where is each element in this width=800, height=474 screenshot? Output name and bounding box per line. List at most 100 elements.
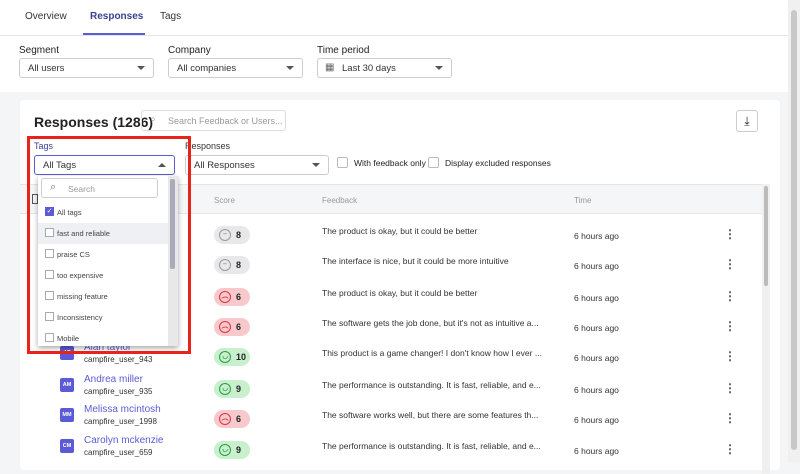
tag-option-label: missing feature xyxy=(57,292,108,301)
time-text: 6 hours ago xyxy=(574,293,619,303)
search-icon: ⌕ xyxy=(150,114,156,125)
score-badge: ◡9 xyxy=(214,380,250,398)
tag-option[interactable]: missing feature xyxy=(38,286,168,307)
checkbox[interactable] xyxy=(45,228,54,237)
tag-option[interactable]: Inconsistency xyxy=(38,307,168,328)
checkbox[interactable]: ✓ xyxy=(45,207,54,216)
score-badge: ︵6 xyxy=(214,410,250,428)
more-options-icon[interactable]: ⋮ xyxy=(724,381,736,395)
checkbox[interactable] xyxy=(45,333,54,342)
download-button[interactable]: ⤓ xyxy=(736,110,758,132)
more-options-icon[interactable]: ⋮ xyxy=(724,319,736,333)
checkbox[interactable] xyxy=(45,291,54,300)
with-feedback-checkbox[interactable] xyxy=(337,157,348,168)
avatar: MM xyxy=(60,408,74,422)
score-badge: ︵6 xyxy=(214,318,250,336)
with-feedback-label: With feedback only xyxy=(354,158,426,168)
more-options-icon[interactable]: ⋮ xyxy=(724,257,736,271)
user-id: campfire_user_943 xyxy=(84,355,152,364)
tag-option[interactable]: praise CS xyxy=(38,244,168,265)
user-id: campfire_user_1998 xyxy=(84,417,157,426)
time-text: 6 hours ago xyxy=(574,323,619,333)
feedback-text: The performance is outstanding. It is fa… xyxy=(322,441,541,451)
page-scrollbar[interactable] xyxy=(788,0,800,462)
chevron-down-icon xyxy=(312,163,320,167)
search-icon: ⌕ xyxy=(50,181,56,194)
more-options-icon[interactable]: ⋮ xyxy=(724,411,736,425)
score-value: 6 xyxy=(236,322,241,332)
dropdown-scrollbar[interactable] xyxy=(168,176,178,346)
table-row: AT Alan taylor campfire_user_943◡10 This… xyxy=(20,344,762,375)
display-excluded-checkbox[interactable] xyxy=(428,157,439,168)
score-value: 9 xyxy=(236,445,241,455)
chevron-up-icon xyxy=(158,163,166,167)
more-options-icon[interactable]: ⋮ xyxy=(724,227,736,241)
col-score: Score xyxy=(214,196,235,205)
company-value: All companies xyxy=(177,63,236,74)
score-badge: ︵6 xyxy=(214,288,250,306)
checkbox[interactable] xyxy=(45,270,54,279)
tag-option-label: fast and reliable xyxy=(57,229,110,238)
more-options-icon[interactable]: ⋮ xyxy=(724,349,736,363)
user-id: campfire_user_935 xyxy=(84,387,152,396)
responses-label: Responses xyxy=(185,141,230,151)
tag-option-label: All tags xyxy=(57,208,82,217)
period-value: Last 30 days xyxy=(342,63,396,74)
tags-search-input[interactable]: ⌕ Search xyxy=(41,178,158,198)
tags-value: All Tags xyxy=(43,160,76,171)
checkbox[interactable] xyxy=(45,312,54,321)
table-row: CM Carolyn mckenzie campfire_user_659◡9 … xyxy=(20,437,762,468)
company-select[interactable]: All companies xyxy=(168,58,303,78)
responses-select[interactable]: All Responses xyxy=(185,155,329,175)
top-tabs: Overview Responses Tags xyxy=(0,0,800,36)
tab-tags[interactable]: Tags xyxy=(160,11,181,22)
period-select[interactable]: ▦ Last 30 days xyxy=(317,58,452,78)
user-name-link[interactable]: Melissa mcintosh xyxy=(84,404,161,415)
more-options-icon[interactable]: ⋮ xyxy=(724,289,736,303)
score-value: 9 xyxy=(236,384,241,394)
feedback-text: The performance is outstanding. It is fa… xyxy=(322,380,541,390)
tag-option[interactable]: ✓All tags xyxy=(38,202,168,223)
more-options-icon[interactable]: ⋮ xyxy=(724,442,736,456)
feedback-text: The software gets the job done, but it's… xyxy=(322,318,539,328)
checkbox[interactable] xyxy=(45,249,54,258)
active-tab-indicator xyxy=(83,33,145,35)
period-label: Time period xyxy=(317,45,369,56)
tags-label: Tags xyxy=(34,141,53,151)
time-text: 6 hours ago xyxy=(574,261,619,271)
table-scrollbar[interactable] xyxy=(762,184,770,474)
tag-option-label: Inconsistency xyxy=(57,313,102,322)
neutral-face-icon: – xyxy=(219,229,231,241)
avatar: AT xyxy=(60,346,74,360)
bad-face-icon: ︵ xyxy=(219,321,231,333)
user-name-link[interactable]: Andrea miller xyxy=(84,374,143,385)
feedback-text: The product is okay, but it could be bet… xyxy=(322,226,477,236)
user-name-link[interactable]: Carolyn mckenzie xyxy=(84,435,163,446)
segment-value: All users xyxy=(28,63,64,74)
download-icon: ⤓ xyxy=(744,114,749,128)
search-placeholder: Search Feedback or Users... xyxy=(168,116,283,126)
feedback-text: The software works well, but there are s… xyxy=(322,410,538,420)
search-input[interactable]: ⌕ Search Feedback or Users... xyxy=(141,110,286,131)
col-time: Time xyxy=(574,196,591,205)
tags-select[interactable]: All Tags xyxy=(34,155,175,175)
score-badge: –8 xyxy=(214,256,250,274)
time-text: 6 hours ago xyxy=(574,385,619,395)
tag-option-label: praise CS xyxy=(57,250,90,259)
calendar-icon: ▦ xyxy=(325,62,334,73)
tags-dropdown: ⌕ Search ✓All tags fast and reliable praise… xyxy=(38,176,178,346)
good-face-icon: ◡ xyxy=(219,383,231,395)
segment-select[interactable]: All users xyxy=(19,58,154,78)
time-text: 6 hours ago xyxy=(574,353,619,363)
tags-search-placeholder: Search xyxy=(68,184,95,194)
score-value: 6 xyxy=(236,414,241,424)
tag-option[interactable]: too expensive xyxy=(38,265,168,286)
tag-option[interactable]: fast and reliable xyxy=(38,223,168,244)
user-id: campfire_user_659 xyxy=(84,448,152,457)
tag-option[interactable]: Mobile xyxy=(38,328,168,346)
tab-overview[interactable]: Overview xyxy=(25,11,67,22)
company-label: Company xyxy=(168,45,211,56)
segment-label: Segment xyxy=(19,45,59,56)
tab-responses[interactable]: Responses xyxy=(90,11,143,22)
time-text: 6 hours ago xyxy=(574,446,619,456)
